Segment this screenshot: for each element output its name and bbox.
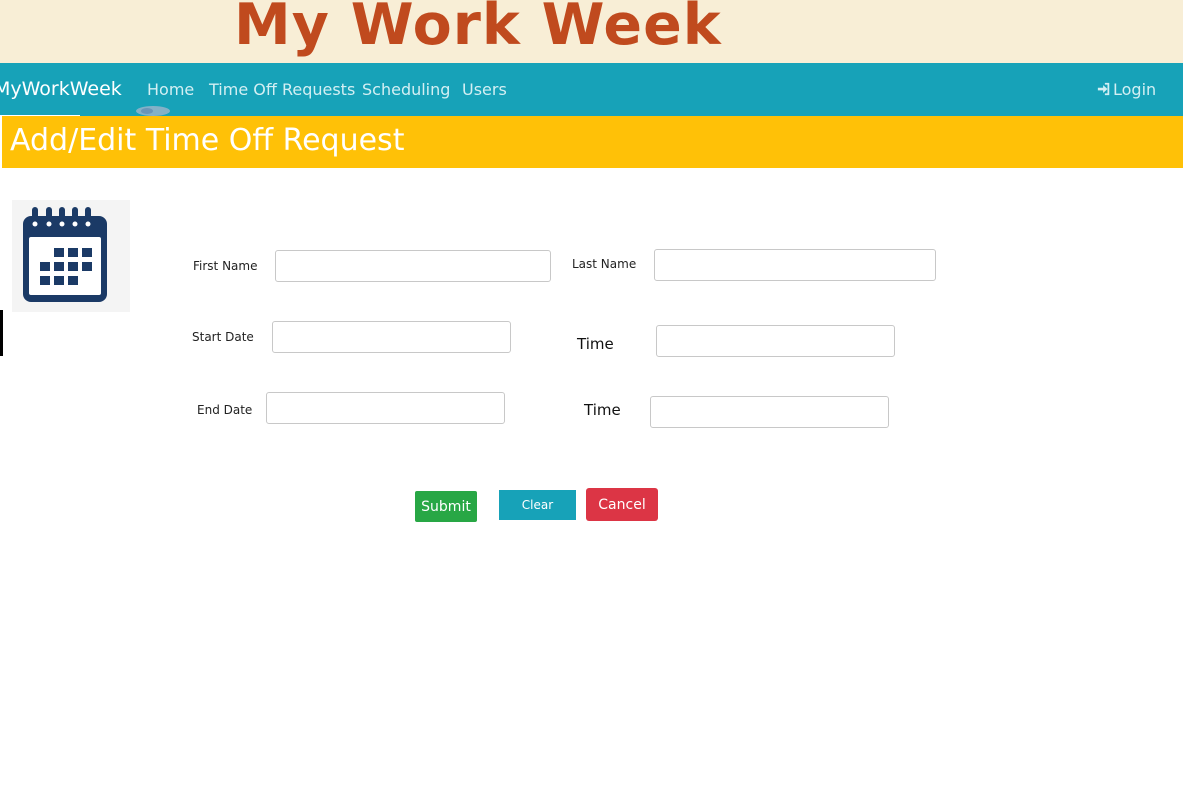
- login-link[interactable]: Login: [1097, 80, 1156, 99]
- cancel-button[interactable]: Cancel: [586, 488, 658, 521]
- first-name-input[interactable]: [275, 250, 551, 282]
- title-bar-edge: [0, 116, 2, 168]
- page: My Work Week MyWorkWeek Home Time Off Re…: [0, 0, 1183, 806]
- nav-link-time-off-requests[interactable]: Time Off Requests: [209, 80, 355, 99]
- nav-link-users[interactable]: Users: [462, 80, 507, 99]
- start-date-input[interactable]: [272, 321, 511, 353]
- end-time-input[interactable]: [650, 396, 889, 428]
- calendar-image: [12, 200, 130, 312]
- end-date-label: End Date: [197, 403, 253, 417]
- end-date-input[interactable]: [266, 392, 505, 424]
- last-name-input[interactable]: [654, 249, 936, 281]
- banner-title: My Work Week: [234, 0, 722, 58]
- clear-button[interactable]: Clear: [499, 490, 576, 520]
- page-title: Add/Edit Time Off Request: [10, 123, 405, 158]
- navbar-brand[interactable]: MyWorkWeek: [0, 78, 122, 100]
- nav-link-home[interactable]: Home: [147, 80, 194, 99]
- first-name-label: First Name: [193, 259, 258, 273]
- start-time-label: Time: [577, 335, 614, 353]
- header-banner: My Work Week: [0, 0, 1183, 63]
- login-label: Login: [1113, 80, 1157, 99]
- nav-link-scheduling[interactable]: Scheduling: [362, 80, 450, 99]
- start-time-input[interactable]: [656, 325, 895, 357]
- calendar-icon: [23, 207, 107, 302]
- sign-in-icon: [1097, 82, 1110, 96]
- submit-button[interactable]: Submit: [415, 491, 477, 522]
- navbar: MyWorkWeek Home Time Off Requests Schedu…: [0, 63, 1183, 117]
- start-date-label: Start Date: [192, 330, 254, 344]
- edge-mark: [0, 310, 3, 356]
- end-time-label: Time: [584, 401, 621, 419]
- last-name-label: Last Name: [572, 257, 637, 271]
